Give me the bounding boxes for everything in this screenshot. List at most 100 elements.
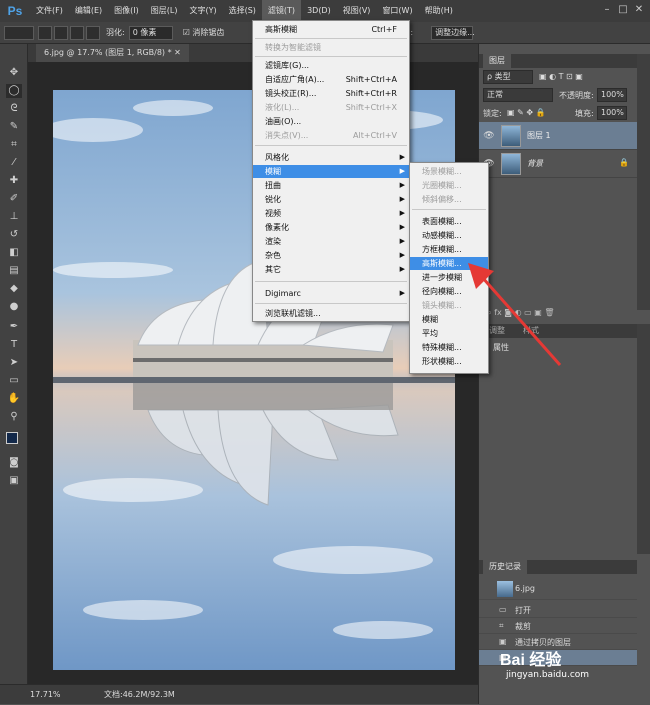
close-icon[interactable]: ✕ <box>632 3 646 17</box>
history-snapshot[interactable]: 6.jpg <box>479 578 637 600</box>
menu-item-oil-paint[interactable]: 油画(O)... <box>253 115 409 128</box>
layer-kind-filter[interactable]: ρ 类型 <box>483 70 533 84</box>
opacity-input[interactable]: 100% <box>597 88 627 102</box>
menu-item-video[interactable]: 视频 ▶ <box>253 207 409 220</box>
layer-filter-icons[interactable]: ▣ ◐ T ⊡ ▣ <box>539 72 583 81</box>
menu-bar: Ps 文件(F) 编辑(E) 图像(I) 图层(L) 文字(Y) 选择(S) 滤… <box>0 0 650 22</box>
brush-tool-icon[interactable]: ✐ <box>6 192 22 206</box>
new-selection-icon[interactable] <box>38 25 52 40</box>
subtract-selection-icon[interactable] <box>70 25 84 40</box>
clone-stamp-icon[interactable]: ⊥ <box>6 210 22 224</box>
tab-layers[interactable]: 图层 <box>483 54 511 68</box>
crop-tool-icon[interactable]: ⌗ <box>6 138 22 152</box>
history-step-icon: ⌗ <box>499 621 504 630</box>
menu-item-smart-filter[interactable]: 转换为智能滤镜 <box>253 41 409 54</box>
hand-tool-icon[interactable]: ✋ <box>6 392 22 406</box>
eyedropper-icon[interactable]: ⁄ <box>6 156 22 170</box>
history-step-label: 打开 <box>515 606 531 615</box>
lock-icons[interactable]: ▣ ✎ ✥ 🔒 <box>507 108 546 117</box>
submenu-item-field-blur[interactable]: 场景模糊... <box>410 165 488 178</box>
shape-tool-icon[interactable]: ▭ <box>6 374 22 388</box>
menu-item-liquify[interactable]: 液化(L)... Shift+Ctrl+X <box>253 101 409 114</box>
menu-3d[interactable]: 3D(D) <box>301 0 337 22</box>
menu-file[interactable]: 文件(F) <box>30 0 69 22</box>
menu-item-render[interactable]: 渲染 ▶ <box>253 235 409 248</box>
history-brush-icon[interactable]: ↺ <box>6 228 22 242</box>
marquee-tool-preset[interactable] <box>4 25 34 40</box>
lasso-tool-icon[interactable]: ᘓ <box>6 102 22 116</box>
menu-window[interactable]: 窗口(W) <box>376 0 418 22</box>
history-step-label: 裁剪 <box>515 622 531 631</box>
layer-row-background[interactable]: 👁 背景 🔒 <box>479 150 637 178</box>
menu-item-gaussian-last[interactable]: 高斯模糊 Ctrl+F <box>253 23 409 36</box>
menu-item-lens-correction[interactable]: 镜头校正(R)... Shift+Ctrl+R <box>253 87 409 100</box>
status-bar: 17.71% 文档:46.2M/92.3M <box>0 684 478 704</box>
feather-input[interactable]: 0 像素 <box>128 25 173 40</box>
menu-view[interactable]: 视图(V) <box>337 0 377 22</box>
zoom-level[interactable]: 17.71% <box>30 685 61 705</box>
menu-item-sharpen[interactable]: 锐化 ▶ <box>253 193 409 206</box>
minimize-icon[interactable]: – <box>600 3 614 17</box>
menu-select[interactable]: 选择(S) <box>223 0 262 22</box>
menu-layer[interactable]: 图层(L) <box>145 0 184 22</box>
history-step[interactable]: ⌗ 裁剪 <box>479 618 637 634</box>
submenu-item-surface-blur[interactable]: 表面模糊... <box>410 215 488 228</box>
menu-item-stylize[interactable]: 风格化 ▶ <box>253 151 409 164</box>
move-tool-icon[interactable]: ✥ <box>6 66 22 80</box>
foreground-color-swatch[interactable] <box>6 432 18 444</box>
maximize-icon[interactable]: □ <box>616 3 630 17</box>
menu-item-pixelate[interactable]: 像素化 ▶ <box>253 221 409 234</box>
history-step[interactable]: ▭ 打开 <box>479 602 637 618</box>
menu-item-blur[interactable]: 模糊 ▶ <box>253 165 409 178</box>
type-tool-icon[interactable]: T <box>6 338 22 352</box>
watermark-logo-text: Bai 经验 <box>500 652 562 669</box>
menu-type[interactable]: 文字(Y) <box>183 0 222 22</box>
feather-label: 羽化: <box>106 28 125 37</box>
fill-input[interactable]: 100% <box>597 106 627 120</box>
gradient-tool-icon[interactable]: ▤ <box>6 264 22 278</box>
blend-mode-select[interactable]: 正常 <box>483 88 553 102</box>
snapshot-label: 6.jpg <box>515 584 536 593</box>
quick-select-icon[interactable]: ✎ <box>6 120 22 134</box>
document-tab[interactable]: 6.jpg @ 17.7% (图层 1, RGB/8) * ✕ <box>36 44 189 62</box>
menu-help[interactable]: 帮助(H) <box>419 0 459 22</box>
menu-filter[interactable]: 滤镜(T) <box>261 0 302 22</box>
layer-name: 背景 <box>527 159 543 168</box>
screen-mode-icon[interactable]: ▣ <box>6 474 22 488</box>
menu-item-digimarc[interactable]: Digimarc ▶ <box>253 287 409 300</box>
panel-icon-strip[interactable] <box>637 324 650 554</box>
menu-image[interactable]: 图像(I) <box>108 0 145 22</box>
layers-tab-bar: 图层 <box>479 54 637 68</box>
add-selection-icon[interactable] <box>54 25 68 40</box>
visibility-eye-icon[interactable]: 👁 <box>483 130 495 142</box>
submenu-item-motion-blur[interactable]: 动感模糊... <box>410 229 488 242</box>
annotation-arrow-icon <box>468 263 562 366</box>
menu-item-adaptive-wide-angle[interactable]: 自适应广角(A)... Shift+Ctrl+A <box>253 73 409 86</box>
path-select-icon[interactable]: ➤ <box>6 356 22 370</box>
panel-icon-strip[interactable] <box>637 54 650 310</box>
zoom-tool-icon[interactable]: ⚲ <box>6 410 22 424</box>
antialias-checkbox[interactable]: ☑ 消除锯齿 <box>183 27 225 38</box>
eraser-icon[interactable]: ◧ <box>6 246 22 260</box>
antialias-label: 消除锯齿 <box>192 28 225 37</box>
dodge-tool-icon[interactable]: ● <box>6 300 22 314</box>
layer-row-layer1[interactable]: 👁 图层 1 <box>479 122 637 150</box>
tab-history[interactable]: 历史记录 <box>483 560 527 574</box>
history-step-icon: ▭ <box>499 605 507 614</box>
menu-item-vanishing-point[interactable]: 消失点(V)... Alt+Ctrl+V <box>253 129 409 142</box>
healing-brush-icon[interactable]: ✚ <box>6 174 22 188</box>
marquee-tool-icon[interactable]: ◯ <box>6 84 22 98</box>
submenu-item-iris-blur[interactable]: 光圈模糊... <box>410 179 488 192</box>
menu-item-noise[interactable]: 杂色 ▶ <box>253 249 409 262</box>
quick-mask-icon[interactable]: ◙ <box>6 456 22 470</box>
menu-item-filter-gallery[interactable]: 滤镜库(G)... <box>253 59 409 72</box>
pen-tool-icon[interactable]: ✒ <box>6 320 22 334</box>
blur-tool-icon[interactable]: ◆ <box>6 282 22 296</box>
menu-item-browse-online[interactable]: 浏览联机滤镜... <box>253 307 409 320</box>
refine-edge-button[interactable]: 调整边缘... <box>431 25 475 40</box>
submenu-item-tilt-shift[interactable]: 倾斜偏移... <box>410 193 488 206</box>
menu-item-other[interactable]: 其它 ▶ <box>253 263 409 276</box>
menu-item-distort[interactable]: 扭曲 ▶ <box>253 179 409 192</box>
intersect-selection-icon[interactable] <box>86 25 100 40</box>
menu-edit[interactable]: 编辑(E) <box>69 0 108 22</box>
